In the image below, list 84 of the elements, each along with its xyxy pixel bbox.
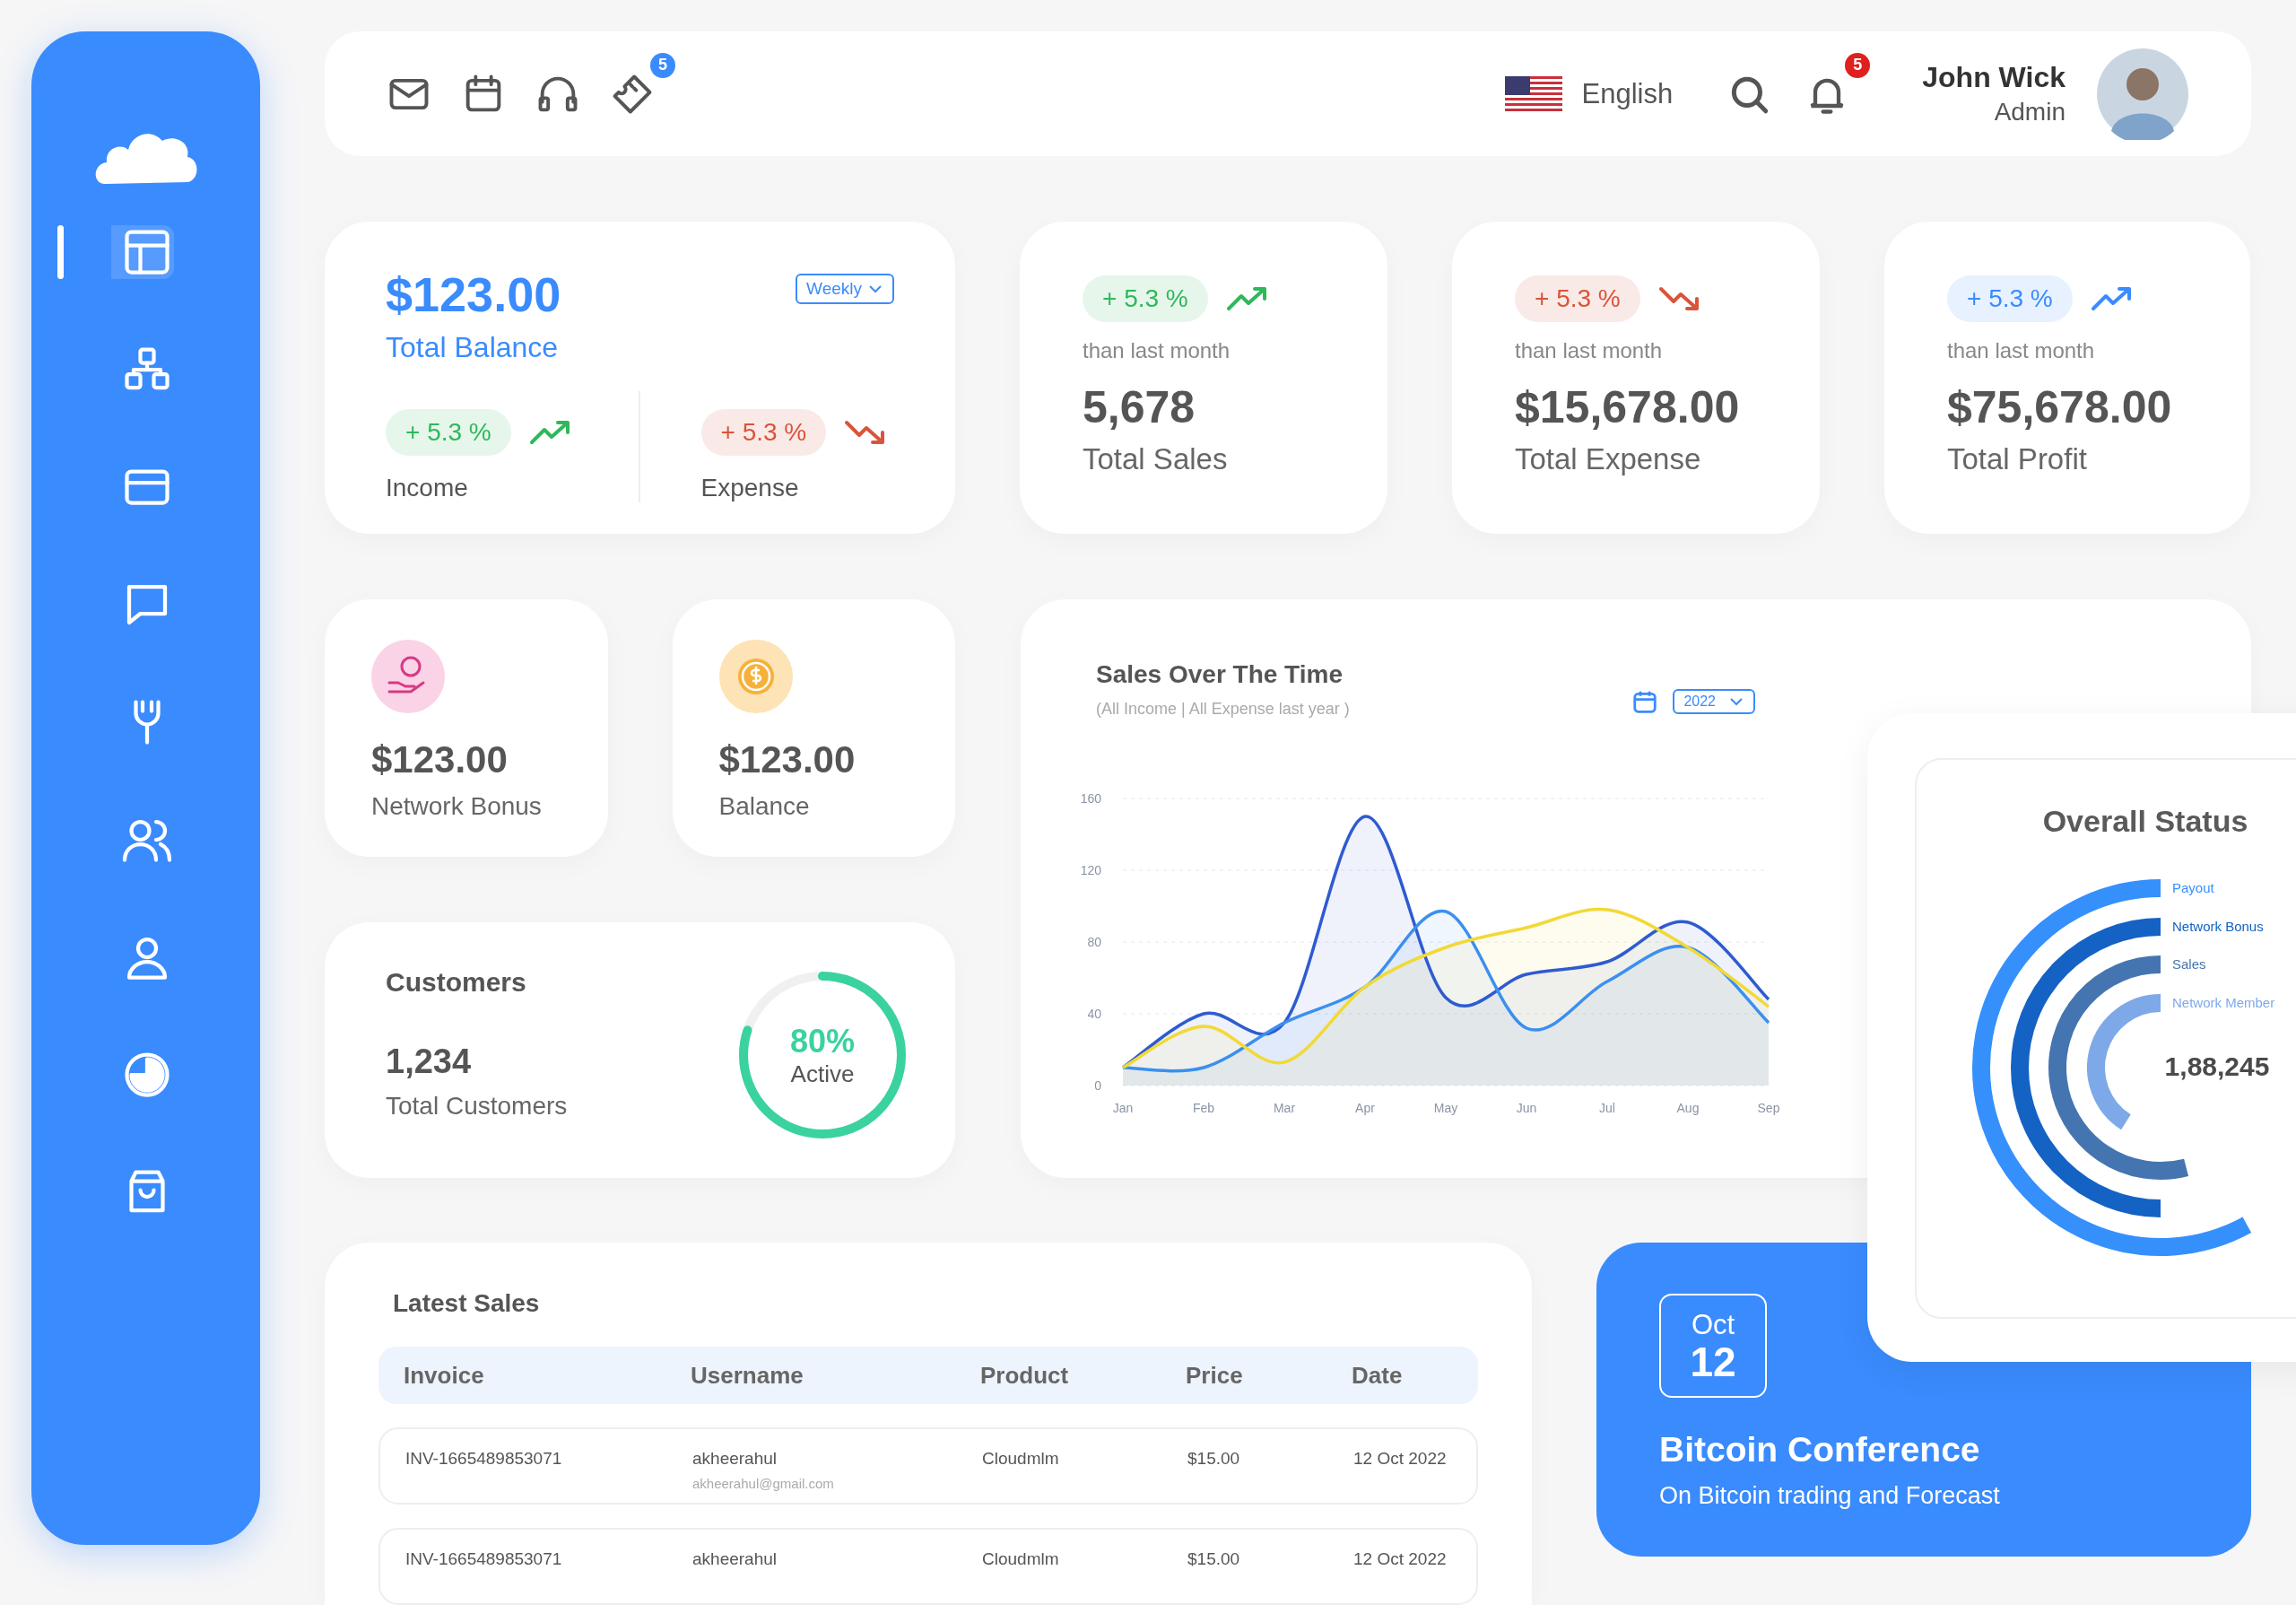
status-label: Sales — [2172, 956, 2206, 972]
table-cell-text: 12 Oct 2022 — [1353, 1549, 1448, 1569]
table-cell-text: INV-1665489853071 — [405, 1449, 563, 1469]
x-tick-label: Jun — [1516, 1101, 1537, 1115]
table-cell-text: $15.00 — [1187, 1549, 1241, 1569]
x-tick-label: Aug — [1676, 1101, 1700, 1115]
x-tick-label: Mar — [1273, 1101, 1296, 1115]
change-pill: + 5.3 % — [1515, 275, 1640, 323]
chart-title: Sales Over The Time — [1096, 660, 1344, 689]
balance-label: Total Balance — [386, 331, 560, 365]
coin-icon — [718, 640, 793, 713]
money-hand-icon — [371, 640, 445, 713]
y-tick-label: 160 — [1080, 791, 1101, 806]
username: akheerahul — [692, 1549, 778, 1569]
mini-value: $123.00 — [718, 738, 857, 781]
column-header: Invoice — [404, 1361, 485, 1390]
ring-status: Active — [790, 1060, 855, 1088]
table-cell-text: INV-1665489853071 — [405, 1549, 563, 1569]
table-row[interactable]: INV-1665489853071 akheerahul Cloudmlm $15.00 12 Oct 2022 — [378, 1528, 1478, 1605]
avatar[interactable] — [2097, 48, 2188, 140]
x-tick-label: Feb — [1192, 1101, 1215, 1115]
mini-label: Network Bonus — [371, 792, 543, 821]
change-pill: + 5.3 % — [700, 409, 827, 457]
status-total: 1,88,245 — [2164, 1051, 2270, 1081]
status-label: Payout — [2172, 880, 2214, 895]
chart-subtitle: (All Income | All Expense last year ) — [1096, 700, 1350, 719]
mini-value: $123.00 — [371, 738, 509, 781]
mini-label: Balance — [718, 792, 811, 821]
change-pill: + 5.3 % — [386, 409, 511, 457]
balance-amount: $123.00 — [386, 266, 561, 323]
table-cell-text: Cloudmlm — [982, 1449, 1060, 1469]
user-email: akheerahul@gmail.com — [692, 1476, 835, 1491]
user-role: Admin — [1994, 98, 2066, 127]
card-title: Customers — [386, 967, 527, 998]
x-tick-label: Apr — [1355, 1101, 1375, 1115]
column-header: Product — [980, 1361, 1070, 1390]
x-tick-label: May — [1433, 1101, 1458, 1115]
column-header: Price — [1186, 1361, 1244, 1390]
table-row[interactable]: INV-1665489853071 akheerahul akheerahul@gmail.com Cloudmlm $15.00 12 Oct 2022 — [378, 1427, 1478, 1505]
stat-value: $75,678.00 — [1947, 381, 2173, 434]
event-subtitle: On Bitcoin trading and Forecast — [1659, 1482, 2001, 1510]
caret-icon — [1728, 695, 1744, 707]
stat-label: Total Expense — [1515, 442, 1702, 477]
stat-caption: than last month — [1515, 338, 1664, 364]
table-cell-text: Cloudmlm — [982, 1549, 1060, 1569]
table-cell-text: $15.00 — [1187, 1449, 1241, 1469]
ring-percent: 80% — [789, 1022, 856, 1060]
event-day: 12 — [1690, 1341, 1736, 1383]
status-label: Network Member — [2172, 995, 2275, 1010]
stat-value: $15,678.00 — [1515, 381, 1741, 434]
event-month: Oct — [1691, 1309, 1735, 1341]
card-title: Latest Sales — [393, 1289, 541, 1318]
column-header: Username — [691, 1361, 804, 1390]
flag-icon — [1504, 75, 1562, 112]
y-tick-label: 120 — [1080, 863, 1101, 877]
stat-caption: than last month — [1947, 338, 2096, 364]
username: akheerahul — [692, 1449, 778, 1469]
badge: 5 — [650, 52, 675, 78]
x-tick-label: Sep — [1757, 1101, 1780, 1115]
y-tick-label: 40 — [1087, 1007, 1101, 1021]
notification-badge: 5 — [1845, 52, 1871, 78]
user-name: John Wick — [1922, 61, 2066, 95]
y-tick-label: 80 — [1087, 935, 1101, 949]
caret-icon — [867, 283, 883, 295]
status-label: Network Bonus — [2172, 919, 2264, 934]
stat-caption: than last month — [1083, 338, 1231, 364]
customer-label: Total Customers — [386, 1092, 568, 1121]
language-label[interactable]: English — [1581, 77, 1674, 110]
table-cell-text: 12 Oct 2022 — [1353, 1449, 1448, 1469]
part-label: Expense — [700, 474, 800, 503]
change-pill: + 5.3 % — [1947, 275, 2073, 323]
event-title: Bitcoin Conference — [1659, 1430, 1981, 1470]
stat-label: Total Profit — [1947, 442, 2088, 477]
stat-label: Total Sales — [1083, 442, 1229, 477]
y-tick-label: 0 — [1094, 1078, 1101, 1093]
x-tick-label: Jan — [1112, 1101, 1134, 1115]
change-pill: + 5.3 % — [1083, 275, 1208, 323]
column-header: Date — [1352, 1361, 1404, 1390]
x-tick-label: Jul — [1599, 1101, 1615, 1115]
card-title: Overall Status — [2042, 804, 2248, 838]
stat-value: 5,678 — [1083, 381, 1196, 434]
part-label: Income — [386, 474, 469, 503]
nav-item[interactable] — [57, 225, 174, 279]
customer-count: 1,234 — [386, 1042, 473, 1081]
